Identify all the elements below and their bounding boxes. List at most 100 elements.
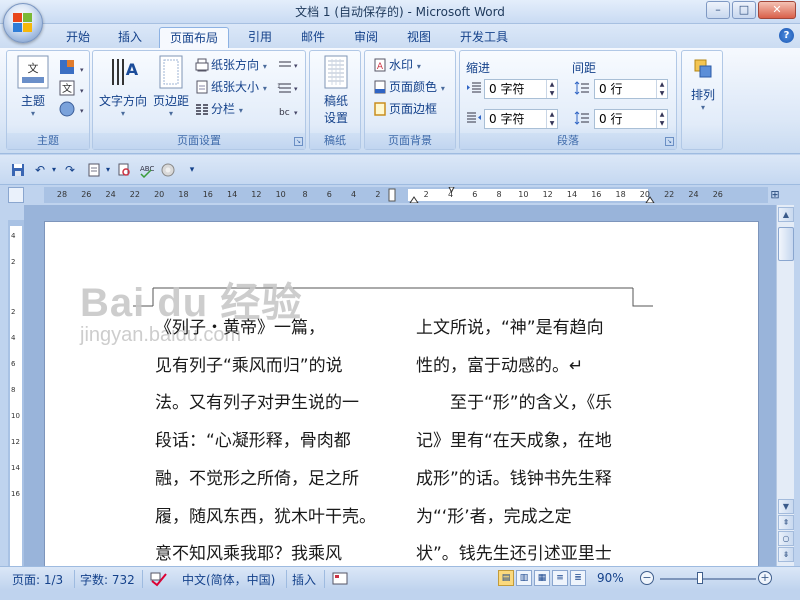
indent-right-input[interactable]: 0 字符 ▲ ▼ [484,109,558,129]
ruler-tick: 8 [496,190,502,199]
tab-mailings[interactable]: 邮件 [293,27,333,48]
margins-button[interactable]: 页边距 ▾ [151,55,191,118]
text-direction-icon: A [112,59,139,85]
text-direction-button[interactable]: A 文字方向 ▾ [97,55,149,118]
print-layout-view-icon[interactable]: ▤ [498,570,514,586]
spacing-before-spinner[interactable]: ▲ ▼ [656,80,667,98]
breaks-linenumbers-hyphenation-icons[interactable]: ▾ 1 ▾ bc ▾ [277,57,301,123]
language-status[interactable]: 中文(简体，中国) [182,571,275,588]
next-page-icon[interactable]: ⇟ [778,547,794,562]
spacing-after-input[interactable]: 0 行 ▲ ▼ [594,109,668,129]
indent-right-spinner[interactable]: ▲ ▼ [546,110,557,128]
size-button[interactable]: 纸张大小 ▾ [195,77,267,97]
columns-icon [196,104,208,115]
zoom-in-icon[interactable]: + [758,571,772,585]
outline-view-icon[interactable]: ≡ [552,570,568,586]
web-layout-view-icon[interactable]: ▦ [534,570,550,586]
tab-review[interactable]: 审阅 [346,27,386,48]
ruler-tick: 24 [688,190,699,199]
ruler-tick: 16 [591,190,602,199]
group-page-background: A 水印 ▾ 页面颜色 ▾ 页面边框 页面背景 [364,50,456,150]
orientation-button[interactable]: 纸张方向 ▾ [195,55,267,75]
redo-icon[interactable]: ↷ [62,162,78,178]
tab-home[interactable]: 开始 [60,27,96,48]
vertical-ruler[interactable]: 4 2 2 4 6 8 10 12 14 16 [8,220,24,566]
document-page[interactable]: Bai du 经验 jingyan.baidu.com 《列子・黄帝》一篇， 见… [44,221,759,566]
zoom-level[interactable]: 90% [597,571,624,585]
ruler-tick: 10 [518,190,529,199]
minimize-button[interactable]: – [706,1,730,19]
insert-mode-status[interactable]: 插入 [292,571,316,588]
window-title: 文档 1 (自动保存的) - Microsoft Word [295,5,505,19]
help-icon[interactable]: ? [779,28,794,43]
ruler-indent-markers [388,187,655,203]
select-browse-object-icon[interactable]: ○ [778,531,794,546]
macro-recording-icon[interactable] [332,571,348,587]
tab-view[interactable]: 视图 [399,27,439,48]
tab-selector-icon[interactable] [8,187,24,203]
scroll-down-icon[interactable]: ▼ [778,499,794,514]
scroll-thumb[interactable] [778,227,794,261]
paragraph-line: 至于“形”的含义，《乐 [416,393,613,414]
text-column-1[interactable]: 《列子・黄帝》一篇， 见有列子“乘风而归”的说 法。又有列子对尹生说的一 段话：… [155,310,376,566]
svg-text:文: 文 [62,82,72,95]
page-border-button[interactable]: 页面边框 [373,99,437,119]
ruler-tick: 28 [56,190,68,199]
svg-text:1: 1 [277,83,281,90]
zoom-slider[interactable] [660,578,756,580]
view-ruler-icon[interactable]: ⊞ [768,187,782,203]
page-number-status[interactable]: 页面: 1/3 [12,571,63,588]
spacing-after-spinner[interactable]: ▲ ▼ [656,110,667,128]
theme-label: 主题 [20,94,45,108]
zoom-out-icon[interactable]: − [640,571,654,585]
format-dropdown-icon[interactable]: ▾ [100,162,116,178]
watermark-button[interactable]: A 水印 ▾ [373,55,421,75]
ruler-tick: 18 [615,190,626,199]
tab-developer[interactable]: 开发工具 [452,27,516,48]
group-page-setup-label: 页面设置 [93,133,305,149]
print-preview-icon[interactable] [116,162,132,178]
paragraph-launcher-icon[interactable]: ↘ [665,137,674,146]
quick-access-toolbar: ↶ ▾ ↷ ▾ ABC ▾ [0,155,800,185]
ruler-tick: 14 [227,190,238,199]
proofing-icon[interactable] [150,571,168,587]
theme-button[interactable]: 文 主题 ▾ [13,55,53,118]
indent-left-input[interactable]: 0 字符 ▲ ▼ [484,79,558,99]
customize-qat-icon[interactable]: ▾ [184,162,200,178]
scroll-up-icon[interactable]: ▲ [778,207,794,222]
arrange-button[interactable]: 排列 ▾ [684,57,722,112]
save-icon[interactable] [10,162,26,178]
tab-insert[interactable]: 插入 [110,27,150,48]
ruler-tick: 24 [105,190,116,199]
word-count-status[interactable]: 字数: 732 [80,571,135,588]
tab-page-layout[interactable]: 页面布局 [159,27,229,48]
close-button[interactable]: ✕ [758,1,796,19]
zoom-slider-thumb[interactable] [697,572,703,584]
theme-options-icons[interactable]: ▾ 文 ▾ ▾ [59,59,85,119]
indent-left-spinner[interactable]: ▲ ▼ [546,80,557,98]
spacing-after-icon [574,111,589,125]
manuscript-settings-button[interactable]: 稿纸 设置 [314,55,358,126]
ruler-tick: 2 [375,190,381,199]
columns-button[interactable]: 分栏 ▾ [195,99,243,119]
ruler-tick: 18 [178,190,189,199]
previous-page-icon[interactable]: ⇞ [778,515,794,530]
orientation-icon [195,58,209,72]
page-color-button[interactable]: 页面颜色 ▾ [373,77,445,97]
draft-view-icon[interactable]: ≣ [570,570,586,586]
ruler-tick: 2 [423,190,429,199]
page-setup-launcher-icon[interactable]: ↘ [294,137,303,146]
tab-references[interactable]: 引用 [240,27,280,48]
spelling-icon[interactable]: ABC [138,162,154,178]
horizontal-ruler[interactable]: 28 26 24 22 20 18 16 14 12 10 8 6 4 2 2 4 6 8 10 12 14 16 18 20… [44,187,768,203]
undo-dropdown-icon[interactable]: ▾ [46,162,62,178]
full-screen-reading-view-icon[interactable]: ▥ [516,570,532,586]
text-column-2[interactable]: 上文所说，“神”是有趋向 性的，富于动感的。↵ 至于“形”的含义，《乐 记》里有… [416,310,612,566]
vertical-scrollbar[interactable]: ▲ ▼ ⇞ ○ ⇟ [776,205,794,566]
ruler-tick: 20 [154,190,165,199]
office-button[interactable] [3,3,43,43]
draw-table-icon[interactable] [160,162,176,178]
manuscript-icon [324,55,348,89]
spacing-before-input[interactable]: 0 行 ▲ ▼ [594,79,668,99]
maximize-button[interactable]: □ [732,1,756,19]
